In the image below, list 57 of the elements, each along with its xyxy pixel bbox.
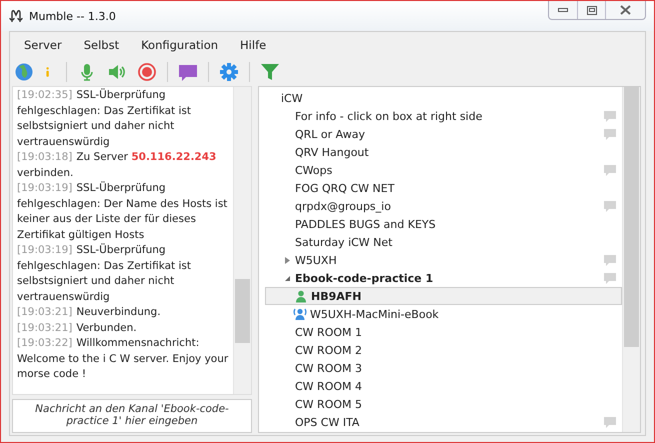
comment-icon[interactable] [604,110,616,122]
maximize-icon [586,6,596,14]
chat-icon[interactable] [178,62,198,82]
channel-name[interactable]: iCW [281,92,616,104]
channel-name[interactable]: PADDLES BUGS and KEYS [295,218,616,230]
channel-name[interactable]: CW ROOM 3 [295,362,616,374]
channel-name[interactable]: QRL or Away [295,128,604,140]
user-row[interactable]: W5UXH-MacMini-eBook [265,305,622,323]
channel-name[interactable]: Ebook-code-practice 1 [295,272,604,284]
channel-name[interactable]: QRV Hangout [295,146,616,158]
globe-icon[interactable] [14,62,34,82]
channel-name[interactable]: OPS CW ITA [295,416,604,428]
app-logo-icon [9,9,23,23]
channel-name[interactable]: CW ROOM 4 [295,380,616,392]
user-name[interactable]: HB9AFH [311,290,615,302]
filter-icon[interactable] [260,62,280,82]
log-entry: [19:02:35] SSL-Überprüfung fehlgeschlagen: Das Zertifikat ist selbstsigniert und daher nicht vertrauenswürdig [17,88,192,150]
channel-name[interactable]: Saturday iCW Net [295,236,616,248]
channel-name[interactable]: CWops [295,164,604,176]
channel-name[interactable]: CW ROOM 2 [295,344,616,356]
channel-name[interactable]: CW ROOM 1 [295,326,616,338]
log-entry: [19:03:19] SSL-Überprüfung fehlgeschlagen: Das Zertifikat ist selbstsigniert und daher nicht vertrauenswürdig [17,243,192,304]
log-entry: [19:03:18] Zu Server 50.116.22.243 verbinden. [17,150,218,180]
window-title: Mumble -- 1.3.0 [29,10,117,22]
menu-item[interactable]: Selbst [84,38,120,52]
scrollbar[interactable] [622,87,640,432]
log-entry: [19:03:19] SSL-Überprüfung fehlgeschlagen: Der Name des Hosts ist keiner aus der Liste der für dieses Zertifikat gültigen Hosts [17,181,228,242]
channel-name[interactable]: FOG QRQ CW NET [295,182,616,194]
comment-icon[interactable] [604,416,616,428]
comment-icon[interactable] [604,254,616,266]
talking-user-icon [293,307,307,321]
channel-name[interactable]: For info - click on box at right side [295,110,604,122]
settings-icon[interactable] [219,62,239,82]
comment-icon[interactable] [604,200,616,212]
minimize-icon [558,7,568,13]
record-icon[interactable] [137,62,157,82]
comment-icon[interactable] [604,164,616,176]
menu-item[interactable]: Hilfe [240,38,266,52]
comment-icon[interactable] [604,128,616,140]
menu-item[interactable]: Server [24,38,62,52]
user-row[interactable]: HB9AFH [265,287,622,305]
user-name[interactable]: W5UXH-MacMini-eBook [310,308,616,320]
comment-icon[interactable] [604,272,616,284]
channel-name[interactable]: qrpdx@groups_io [295,200,604,212]
menu-item[interactable]: Konfiguration [141,38,218,52]
log-entry: [19:03:22] Willkommensnachricht: Welcome to the i C W server. Enjoy your morse code ! [17,336,229,382]
log-entry: [19:03:21] Verbunden. [17,320,138,336]
user-icon [294,289,308,303]
channel-name[interactable]: W5UXH [295,254,604,266]
collapse-arrow-icon[interactable] [284,274,290,282]
message-input-field[interactable]: Nachricht an den Kanal 'Ebook-code-practice 1' hier eingeben [12,399,252,433]
close-icon [620,5,631,15]
channel-name[interactable]: CW ROOM 5 [295,398,616,410]
expand-arrow-icon[interactable] [284,256,290,264]
scrollbar[interactable] [233,87,251,394]
speaker-icon[interactable] [107,62,127,82]
log-entry: [19:03:21] Neuverbindung. [17,305,162,320]
